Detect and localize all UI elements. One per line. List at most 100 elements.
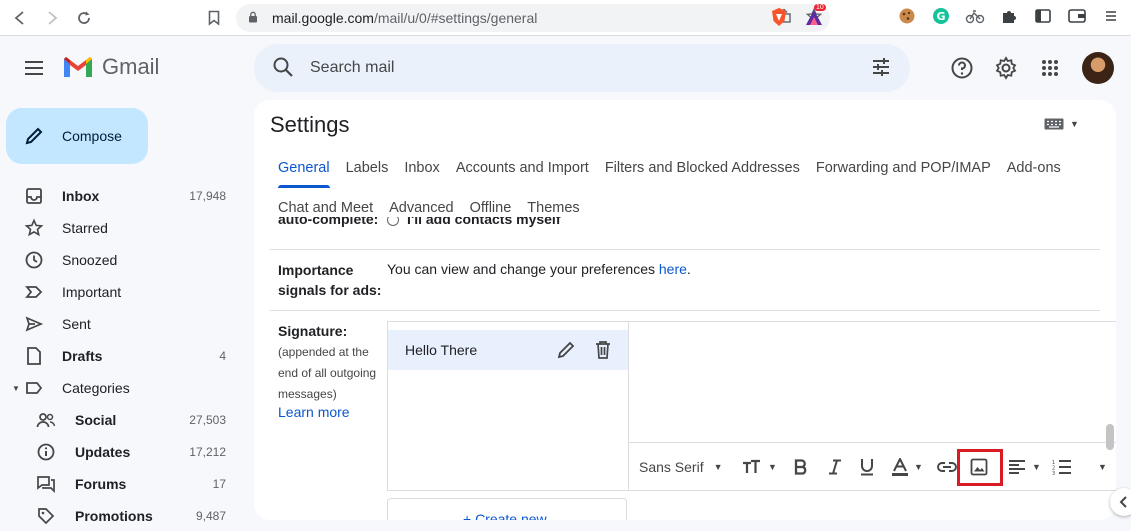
sidebar-item-social[interactable]: Social 27,503	[0, 404, 246, 436]
bold-button[interactable]	[794, 455, 808, 479]
cycling-extension-icon[interactable]	[965, 6, 985, 26]
inbox-icon	[24, 186, 44, 206]
wallet-icon[interactable]	[1067, 6, 1087, 26]
more-formatting-button[interactable]: ▼	[1092, 455, 1107, 479]
importance-label: Importance signals for ads:	[278, 260, 381, 300]
search-options-icon[interactable]	[870, 56, 892, 83]
sidebar-item-label: Sent	[62, 316, 91, 332]
sidebar-panel-icon[interactable]	[1033, 6, 1053, 26]
underline-button[interactable]	[860, 455, 874, 479]
sidebar-item-label: Social	[75, 412, 117, 428]
sidebar-item-important[interactable]: Important	[0, 276, 246, 308]
back-icon[interactable]	[4, 2, 36, 34]
chevron-down-icon: ▼	[713, 462, 723, 472]
search-input[interactable]	[310, 54, 850, 82]
align-left-icon	[1009, 460, 1025, 474]
sidebar-item-count: 17,212	[189, 445, 226, 459]
address-bar[interactable]: mail.google.com/mail/u/0/#settings/gener…	[236, 4, 830, 32]
align-button[interactable]: ▼	[1008, 455, 1041, 479]
brave-rewards-icon[interactable]: 10	[804, 4, 826, 32]
apps-grid-icon[interactable]	[1038, 56, 1062, 80]
tab-accounts-and-import[interactable]: Accounts and Import	[448, 148, 597, 188]
sidebar-item-drafts[interactable]: Drafts 4	[0, 340, 246, 372]
people-icon	[36, 410, 56, 430]
tab-filters[interactable]: Filters and Blocked Addresses	[597, 148, 808, 188]
search-bar[interactable]	[254, 44, 910, 92]
side-panel-toggle[interactable]	[1110, 488, 1131, 516]
tab-general[interactable]: General	[270, 148, 338, 188]
font-size-button[interactable]: ▼	[742, 455, 777, 479]
autocomplete-radio[interactable]	[387, 217, 399, 226]
browser-menu-icon[interactable]	[1101, 6, 1121, 26]
sidebar-item-count: 9,487	[195, 509, 226, 523]
gmail-m-icon	[64, 57, 92, 77]
tab-inbox[interactable]: Inbox	[396, 148, 447, 188]
importance-description: You can view and change your preferences	[387, 261, 659, 277]
sidebar-item-label: Drafts	[62, 348, 103, 364]
sidebar-item-starred[interactable]: Starred	[0, 212, 246, 244]
url-path: /mail/u/0/#settings/general	[373, 10, 538, 26]
forward-icon[interactable]	[36, 2, 68, 34]
bookmark-icon[interactable]	[198, 2, 230, 34]
sidebar-item-label: Forums	[75, 476, 127, 492]
sidebar-item-sent[interactable]: Sent	[0, 308, 246, 340]
signature-item[interactable]: Hello There	[388, 330, 628, 370]
pencil-icon	[25, 127, 43, 145]
row-divider	[270, 310, 1100, 311]
chevron-down-icon: ▼	[1098, 462, 1107, 472]
text-color-button[interactable]: ▼	[892, 455, 923, 479]
trash-icon[interactable]	[594, 340, 612, 365]
italic-button[interactable]	[828, 455, 842, 479]
chevron-down-icon: ▼	[914, 462, 923, 472]
sidebar-item-forums[interactable]: Forums 17	[0, 468, 246, 500]
autocomplete-row-partial: auto-complete: I'll add contacts myself	[270, 217, 1100, 229]
settings-gear-icon[interactable]	[994, 56, 1018, 80]
main-menu-icon[interactable]	[22, 56, 46, 80]
extensions-puzzle-icon[interactable]	[999, 6, 1019, 26]
tab-forwarding[interactable]: Forwarding and POP/IMAP	[808, 148, 999, 188]
gmail-logo[interactable]: Gmail	[62, 54, 159, 80]
insert-link-button[interactable]	[937, 455, 957, 479]
editor-scrollbar[interactable]	[1106, 424, 1114, 450]
sidebar-item-label: Snoozed	[62, 252, 118, 268]
sidebar-item-label: Updates	[75, 444, 131, 460]
grammarly-extension-icon[interactable]: G	[931, 6, 951, 26]
sidebar-item-label: Categories	[62, 380, 130, 396]
tab-labels[interactable]: Labels	[338, 148, 397, 188]
tab-add-ons[interactable]: Add-ons	[999, 148, 1069, 188]
settings-tabs-row-1: General Labels Inbox Accounts and Import…	[270, 148, 1069, 188]
cookie-extension-icon[interactable]	[897, 6, 917, 26]
info-icon	[36, 442, 56, 462]
learn-more-link[interactable]: Learn more	[278, 404, 350, 420]
sidebar-item-inbox[interactable]: Inbox 17,948	[0, 180, 246, 212]
help-icon[interactable]	[950, 56, 974, 80]
expand-arrow-icon[interactable]: ▼	[12, 384, 20, 393]
brave-badge: 10	[814, 4, 826, 11]
sidebar-item-snoozed[interactable]: Snoozed	[0, 244, 246, 276]
edit-pencil-icon[interactable]	[556, 340, 576, 365]
settings-panel: Settings ▼ General Labels Inbox Accounts…	[254, 100, 1116, 520]
search-icon[interactable]	[272, 56, 294, 83]
importance-here-link[interactable]: here	[659, 261, 687, 277]
compose-label: Compose	[62, 128, 122, 144]
font-family-select[interactable]: Sans Serif ▼	[639, 455, 723, 479]
label-icon	[24, 378, 44, 398]
sidebar-item-updates[interactable]: Updates 17,212	[0, 436, 246, 468]
brave-shield-icon[interactable]	[770, 7, 788, 32]
account-avatar[interactable]	[1082, 52, 1114, 84]
input-tools-button[interactable]: ▼	[1044, 118, 1079, 130]
sidebar-item-categories[interactable]: ▼ Categories	[0, 372, 246, 404]
numbered-list-icon: 123	[1052, 460, 1071, 475]
keyboard-icon	[1044, 118, 1064, 130]
app-name: Gmail	[102, 54, 160, 79]
chevron-left-icon	[1119, 496, 1127, 508]
svg-text:3: 3	[1052, 471, 1055, 475]
reload-icon[interactable]	[68, 2, 100, 34]
page-title: Settings	[270, 112, 350, 137]
sidebar-item-count: 17	[212, 477, 226, 491]
sidebar-item-count: 17,948	[189, 189, 226, 203]
create-new-button[interactable]: + Create new	[387, 498, 627, 520]
sidebar-item-promotions[interactable]: Promotions 9,487	[0, 500, 246, 531]
compose-button[interactable]: Compose	[6, 108, 148, 164]
numbered-list-button[interactable]: 123	[1052, 455, 1072, 479]
